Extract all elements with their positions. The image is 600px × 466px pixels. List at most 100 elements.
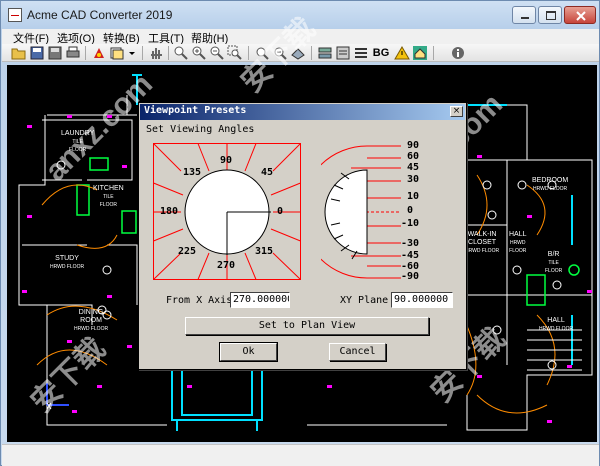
convert-icon[interactable] — [91, 45, 107, 61]
room-label: STUDY HRWD FLOOR — [50, 255, 84, 271]
maximize-button[interactable] — [538, 6, 562, 24]
room-name: HALL — [547, 317, 565, 324]
save-as-icon[interactable] — [47, 45, 63, 61]
viewpoint-presets-dialog: Viewpoint Presets × Set Viewing Angles 9… — [138, 102, 467, 370]
elevation-minus-90[interactable]: -90 — [401, 271, 419, 282]
from-x-axis-label: From X Axis — [166, 295, 233, 306]
room-floor: TILE FLOOR — [99, 194, 117, 208]
room-label: BEDROOM HRWD FLOOR — [532, 177, 568, 193]
angle-180[interactable]: 180 — [160, 206, 178, 217]
angle-225[interactable]: 225 — [178, 246, 196, 257]
room-floor: HRWD FLOOR — [509, 240, 527, 254]
room-floor: HRWD FLOOR — [465, 248, 500, 254]
save-icon[interactable] — [29, 45, 45, 61]
dialog-title-bar[interactable]: Viewpoint Presets × — [140, 104, 465, 120]
xy-plane-angle-selector[interactable]: 90 60 45 30 10 0 -10 -30 -45 -60 -90 — [300, 140, 452, 282]
room-name: B/R — [547, 251, 560, 258]
elevation-minus-10[interactable]: -10 — [401, 218, 419, 229]
room-label: WALK-IN CLOSET HRWD FLOOR — [465, 231, 499, 255]
about-icon[interactable] — [450, 45, 466, 61]
angle-90[interactable]: 90 — [220, 155, 232, 166]
print-icon[interactable] — [65, 45, 81, 61]
room-floor: HRWD FLOOR — [533, 186, 568, 192]
cancel-button[interactable]: Cancel — [329, 343, 386, 361]
dialog-title: Viewpoint Presets — [144, 105, 247, 116]
from-x-axis-input[interactable]: 270.000000 — [230, 292, 290, 308]
room-floor: TILE FLOOR — [545, 260, 563, 274]
elevation-30[interactable]: 30 — [407, 174, 419, 185]
warning-icon[interactable] — [394, 45, 410, 61]
elevation-60[interactable]: 60 — [407, 151, 419, 162]
toolbar-separator — [248, 46, 249, 60]
elevation-minus-45[interactable]: -45 — [401, 250, 419, 261]
room-label: HALL HRWD FLOOR — [539, 317, 573, 333]
set-viewing-angles-label: Set Viewing Angles — [146, 124, 255, 135]
room-label: LAUNDRY TILE FLOOR — [61, 130, 94, 154]
toolbar: BG — [2, 44, 599, 62]
room-name: HALL — [509, 231, 527, 238]
room-name: LAUNDRY — [61, 130, 95, 137]
zoom-in-icon[interactable] — [191, 45, 207, 61]
xy-plane-input[interactable]: 90.000000 — [391, 292, 453, 308]
zoom-extents-icon[interactable] — [254, 45, 270, 61]
elevation-90[interactable]: 90 — [407, 140, 419, 151]
zoom-window-icon[interactable] — [227, 45, 243, 61]
elevation-gauge — [300, 145, 401, 279]
background-color-button[interactable]: BG — [372, 45, 390, 61]
toolbar-separator — [433, 46, 434, 60]
close-icon — [576, 11, 586, 21]
room-name: KITCHEN — [93, 185, 124, 192]
toolbar-separator — [142, 46, 143, 60]
maximize-icon — [546, 11, 556, 20]
set-to-plan-view-button[interactable]: Set to Plan View — [185, 317, 429, 335]
home-icon[interactable] — [412, 45, 428, 61]
zoom-icon[interactable] — [173, 45, 189, 61]
room-name: BEDROOM — [532, 177, 569, 184]
room-floor: HRWD FLOOR — [74, 326, 109, 332]
view-3d-icon[interactable] — [290, 45, 306, 61]
title-bar[interactable]: Acme CAD Converter 2019 — [1, 1, 599, 29]
room-name: DINING ROOM — [78, 309, 104, 324]
room-label: KITCHEN TILE FLOOR — [93, 185, 124, 209]
angle-270[interactable]: 270 — [217, 260, 235, 271]
app-window: Acme CAD Converter 2019 文件(F) 选项(O) 转换(B… — [0, 0, 600, 466]
ok-button[interactable]: Ok — [219, 342, 278, 362]
layers-icon[interactable] — [317, 45, 333, 61]
app-icon — [8, 8, 22, 22]
elevation-minus-30[interactable]: -30 — [401, 238, 419, 249]
angle-45[interactable]: 45 — [261, 167, 273, 178]
elevation-0[interactable]: 0 — [407, 205, 413, 216]
elevation-45[interactable]: 45 — [407, 162, 419, 173]
angle-135[interactable]: 135 — [183, 167, 201, 178]
elevation-10[interactable]: 10 — [407, 191, 419, 202]
angle-315[interactable]: 315 — [255, 246, 273, 257]
toolbar-separator — [168, 46, 169, 60]
room-floor: TILE FLOOR — [69, 139, 87, 153]
open-folder-icon[interactable] — [11, 45, 27, 61]
room-label: B/R TILE FLOOR — [545, 251, 562, 275]
room-label: DINING ROOM HRWD FLOOR — [74, 309, 108, 333]
minimize-button[interactable] — [512, 6, 536, 24]
linewidth-icon[interactable] — [353, 45, 369, 61]
window-title: Acme CAD Converter 2019 — [27, 8, 173, 22]
angle-0[interactable]: 0 — [277, 206, 283, 217]
room-floor: HRWD FLOOR — [50, 264, 85, 270]
x-axis-angle-selector[interactable]: 90 135 45 180 0 225 315 270 — [153, 143, 301, 280]
toolbar-separator — [311, 46, 312, 60]
room-label: HALL HRWD FLOOR — [509, 231, 527, 255]
status-bar — [2, 444, 599, 466]
pan-icon[interactable] — [148, 45, 164, 61]
zoom-previous-icon[interactable] — [272, 45, 288, 61]
batch-convert-icon[interactable] — [109, 45, 125, 61]
dropdown-arrow-icon[interactable] — [127, 45, 137, 61]
dialog-close-button[interactable]: × — [450, 106, 463, 117]
room-floor: HRWD FLOOR — [539, 326, 574, 332]
properties-icon[interactable] — [335, 45, 351, 61]
menu-bar: 文件(F) 选项(O) 转换(B) 工具(T) 帮助(H) — [2, 29, 599, 45]
toolbar-separator — [85, 46, 86, 60]
room-name: STUDY — [55, 255, 79, 262]
minimize-icon — [521, 17, 529, 19]
room-name: WALK-IN CLOSET — [467, 231, 497, 246]
close-button[interactable] — [564, 6, 596, 24]
zoom-out-icon[interactable] — [209, 45, 225, 61]
